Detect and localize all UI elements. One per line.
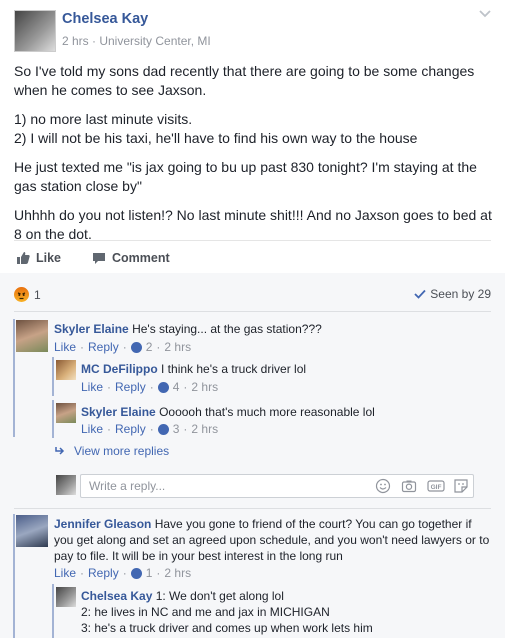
post-paragraph: So I've told my sons dad recently that t… (14, 63, 475, 98)
post-meta: 2 hrs · University Center, MI (62, 34, 211, 48)
thread-line (52, 400, 54, 438)
reply-composer[interactable]: GIF (80, 474, 474, 498)
view-more-replies[interactable]: View more replies (54, 444, 169, 458)
reply-body: Oooooh that's much more reasonable lol (159, 405, 375, 419)
comment-like-button[interactable]: Like (54, 340, 76, 354)
author-avatar[interactable] (14, 10, 56, 52)
like-label: Like (36, 251, 62, 265)
like-count-icon (130, 567, 142, 579)
angry-reaction-icon (14, 287, 29, 302)
thread-line (13, 514, 15, 638)
comment-reply-button[interactable]: Reply (88, 340, 119, 354)
post-body: So I've told my sons dad recently that t… (14, 62, 492, 254)
reply-actions: Like · Reply · 3 · 2 hrs (81, 422, 219, 436)
reply-arrow-icon (55, 447, 65, 455)
like-count-icon (157, 381, 169, 393)
reply-text: MC DeFilippo I think he's a truck driver… (81, 361, 481, 377)
comment-button[interactable]: Comment (92, 251, 170, 265)
post-paragraph: Uhhhh do you not listen!? No last minute… (14, 207, 492, 242)
comment-label: Comment (112, 251, 170, 265)
post-paragraph: 2) I will not be his taxi, he'll have to… (14, 130, 418, 146)
camera-icon[interactable] (401, 478, 417, 494)
like-count-icon (157, 423, 169, 435)
emoji-icon[interactable] (375, 478, 391, 494)
comment-author[interactable]: Jennifer Gleason (54, 517, 151, 531)
comment-author[interactable]: Skyler Elaine (54, 322, 129, 336)
comment-text: Skyler Elaine He's staying... at the gas… (54, 321, 484, 337)
reply-actions: Like · Reply · 4 · 2 hrs (81, 380, 219, 394)
reply-line: 3: he's a truck driver and comes up when… (81, 621, 373, 635)
reaction-summary[interactable]: 1 (14, 287, 41, 302)
divider (14, 240, 491, 241)
thread-line (52, 357, 54, 396)
comment-avatar[interactable] (16, 515, 48, 547)
reply-author[interactable]: MC DeFilippo (81, 362, 158, 376)
post-author[interactable]: Chelsea Kay (62, 11, 148, 27)
comment-body: He's staying... at the gas station??? (132, 322, 322, 336)
composer-icons: GIF (375, 478, 469, 494)
reply-line: 2: he lives in NC and me and jax in MICH… (81, 605, 330, 619)
comment-time[interactable]: 2 hrs (164, 340, 191, 354)
reply-author[interactable]: Chelsea Kay (81, 589, 152, 603)
sticker-icon[interactable] (453, 478, 469, 494)
facebook-post: Chelsea Kay 2 hrs · University Center, M… (0, 0, 505, 638)
reply-text: Skyler Elaine Oooooh that's much more re… (81, 404, 481, 420)
like-count[interactable]: 1 (146, 566, 153, 580)
comment-time[interactable]: 2 hrs (164, 566, 191, 580)
comment-text: Jennifer Gleason Have you gone to friend… (54, 516, 494, 564)
reply-time[interactable]: 2 hrs (191, 422, 218, 436)
like-count[interactable]: 4 (173, 380, 180, 394)
comment-reply-button[interactable]: Reply (88, 566, 119, 580)
reply-avatar[interactable] (56, 587, 76, 607)
svg-text:GIF: GIF (431, 484, 442, 491)
reply-body: I think he's a truck driver lol (161, 362, 307, 376)
reply-like-button[interactable]: Like (81, 422, 103, 436)
seen-by[interactable]: Seen by 29 (414, 287, 491, 301)
comment-like-button[interactable]: Like (54, 566, 76, 580)
thread-line (13, 319, 15, 437)
thread-line (52, 584, 54, 638)
gif-icon[interactable]: GIF (427, 478, 445, 494)
reply-avatar[interactable] (56, 360, 76, 380)
reaction-count: 1 (34, 287, 41, 302)
view-more-label: View more replies (74, 444, 170, 458)
reply-line: 1: We don't get along lol (155, 589, 284, 603)
reply-text: Chelsea Kay 1: We don't get along lol 2:… (81, 588, 491, 636)
post-paragraph: He just texted me "is jax going to bu up… (14, 159, 477, 194)
comment-icon (93, 252, 105, 264)
like-button[interactable]: Like (16, 251, 61, 265)
reply-like-button[interactable]: Like (81, 380, 103, 394)
composer-avatar (56, 475, 76, 495)
chevron-down-icon[interactable] (479, 10, 491, 18)
comment-avatar[interactable] (16, 320, 48, 352)
comment-actions: Like · Reply · 1 · 2 hrs (54, 566, 192, 580)
checkmark-icon (414, 289, 426, 299)
reply-author[interactable]: Skyler Elaine (81, 405, 156, 419)
thumbs-up-icon (17, 252, 30, 264)
divider (14, 311, 491, 312)
seen-by-label: Seen by 29 (430, 287, 491, 301)
like-count[interactable]: 3 (173, 422, 180, 436)
reply-reply-button[interactable]: Reply (115, 422, 146, 436)
reply-time[interactable]: 2 hrs (191, 380, 218, 394)
like-count-icon (130, 341, 142, 353)
divider (14, 508, 491, 509)
like-count[interactable]: 2 (146, 340, 153, 354)
comment-actions: Like · Reply · 2 · 2 hrs (54, 340, 192, 354)
reply-reply-button[interactable]: Reply (115, 380, 146, 394)
post-paragraph: 1) no more last minute visits. (14, 111, 193, 127)
reply-avatar[interactable] (56, 403, 76, 423)
reply-input[interactable] (87, 478, 351, 494)
